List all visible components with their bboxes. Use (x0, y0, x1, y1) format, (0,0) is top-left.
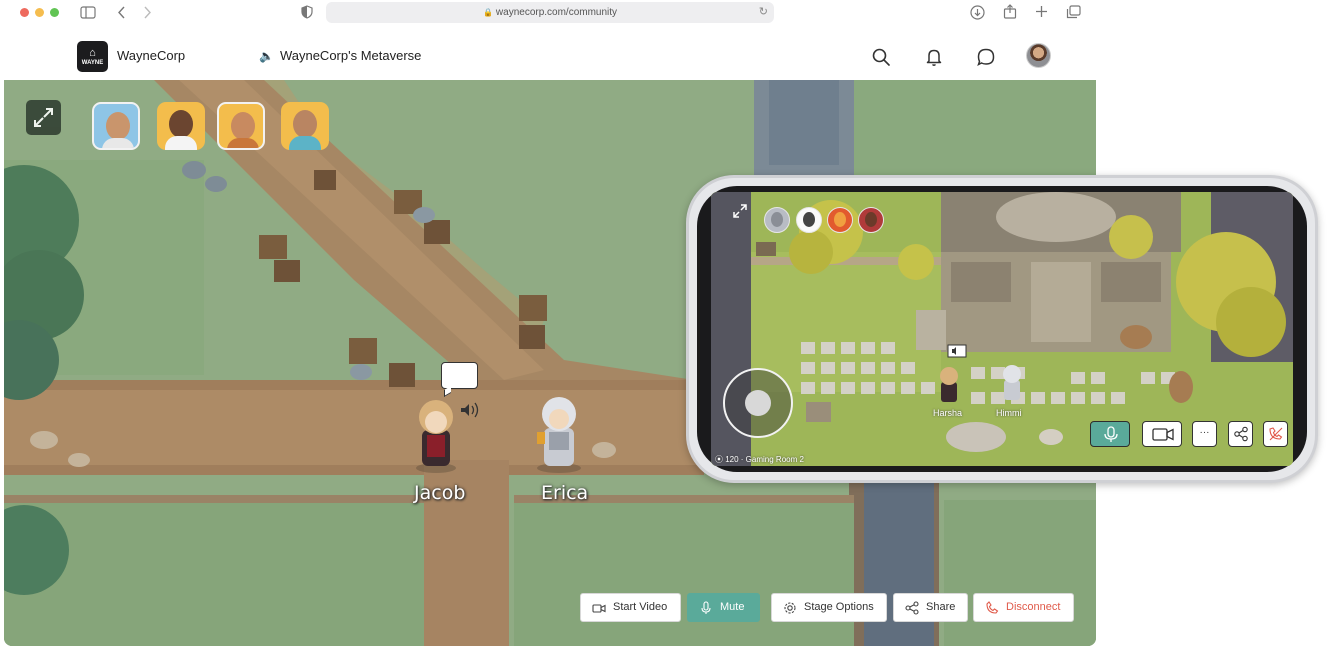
microphone-icon (1104, 426, 1118, 442)
expand-button[interactable] (26, 100, 61, 135)
minimize-window-button[interactable] (35, 8, 44, 17)
video-camera-icon (1152, 428, 1174, 441)
mobile-character-name-harsha: Harsha (933, 408, 963, 418)
logo-text: WAYNE (81, 60, 104, 66)
mobile-game-screen[interactable]: Harsha Himmi ⦿ 120 · Gaming Room 2 ··· (711, 192, 1293, 466)
address-bar[interactable]: 🔒 waynecorp.com/community ↻ (326, 2, 774, 23)
participant-avatar[interactable] (217, 102, 265, 150)
mobile-participant-avatar[interactable] (827, 207, 853, 233)
microphone-icon (701, 601, 711, 614)
share-icon (1234, 426, 1248, 442)
mobile-mic-button[interactable] (1090, 421, 1130, 447)
virtual-joystick[interactable] (723, 368, 793, 438)
back-icon[interactable] (117, 6, 127, 19)
expand-icon (34, 108, 53, 127)
himmi-sprite[interactable] (1003, 365, 1021, 400)
mobile-disconnect-button[interactable] (1263, 421, 1288, 447)
tabs-overview-icon[interactable] (1066, 5, 1081, 19)
mute-label: Mute (720, 601, 745, 613)
maximize-window-button[interactable] (50, 8, 59, 17)
chat-icon[interactable] (975, 46, 997, 68)
stage-options-button[interactable]: Stage Options (771, 593, 887, 622)
joystick-knob[interactable] (745, 390, 771, 416)
start-video-label: Start Video (613, 601, 668, 613)
speech-bubble (441, 362, 478, 389)
download-icon[interactable] (970, 5, 985, 20)
participant-avatar[interactable] (157, 102, 205, 150)
search-icon[interactable] (870, 46, 892, 68)
mobile-participant-avatar[interactable] (764, 207, 790, 233)
stage-options-label: Stage Options (804, 601, 874, 613)
bell-icon[interactable] (923, 46, 945, 68)
disconnect-button[interactable]: Disconnect (973, 593, 1074, 622)
user-avatar[interactable] (1026, 43, 1051, 68)
gear-icon (784, 602, 796, 614)
mute-button[interactable]: Mute (687, 593, 760, 622)
mobile-room-label: ⦿ 120 · Gaming Room 2 (715, 455, 804, 464)
mobile-participant-avatar[interactable] (858, 207, 884, 233)
share-icon (905, 601, 919, 615)
shield-icon[interactable] (301, 5, 313, 19)
harsha-sprite[interactable] (940, 367, 958, 402)
phone-hangup-icon (986, 601, 999, 614)
mobile-bezel: Harsha Himmi ⦿ 120 · Gaming Room 2 ··· (697, 186, 1307, 472)
character-name-jacob: Jacob (414, 482, 466, 504)
room-title-text: WayneCorp's Metaverse (279, 48, 422, 63)
mobile-video-button[interactable] (1142, 421, 1182, 447)
brand-name: WayneCorp (117, 48, 186, 63)
browser-toolbar: 🔒 waynecorp.com/community ↻ (4, 0, 1096, 26)
lock-icon: 🔒 (482, 8, 493, 17)
mobile-more-button[interactable]: ··· (1192, 421, 1217, 447)
disconnect-label: Disconnect (1006, 601, 1061, 613)
app-header: ⌂ WAYNE WayneCorp 🔈 WayneCorp's Metaverse (4, 34, 1096, 80)
share-button[interactable]: Share (893, 593, 968, 622)
more-icon: ··· (1199, 427, 1210, 438)
mobile-participant-avatar[interactable] (796, 207, 822, 233)
mobile-share-button[interactable] (1228, 421, 1253, 447)
share-label: Share (926, 601, 956, 613)
mobile-expand-icon[interactable] (732, 203, 748, 219)
start-video-button[interactable]: Start Video (580, 593, 681, 622)
sidebar-toggle-icon[interactable] (80, 6, 96, 19)
video-camera-icon (592, 604, 606, 613)
reload-icon[interactable]: ↻ (759, 2, 768, 23)
share-page-icon[interactable] (1003, 4, 1017, 19)
close-window-button[interactable] (20, 8, 29, 17)
character-name-erica: Erica (541, 482, 589, 504)
participant-avatar[interactable] (281, 102, 329, 150)
mobile-device: Harsha Himmi ⦿ 120 · Gaming Room 2 ··· (686, 175, 1318, 483)
speaker-icon: 🔈 (259, 49, 274, 63)
phone-hangup-icon (1269, 427, 1283, 441)
new-tab-icon[interactable] (1035, 5, 1048, 18)
room-title: 🔈 WayneCorp's Metaverse (259, 48, 421, 63)
url-text: waynecorp.com/community (495, 7, 618, 18)
forward-icon[interactable] (142, 6, 152, 19)
mobile-character-name-himmi: Himmi (996, 408, 1022, 418)
brand-logo[interactable]: ⌂ WAYNE (77, 41, 108, 72)
participant-avatar[interactable] (92, 102, 140, 150)
